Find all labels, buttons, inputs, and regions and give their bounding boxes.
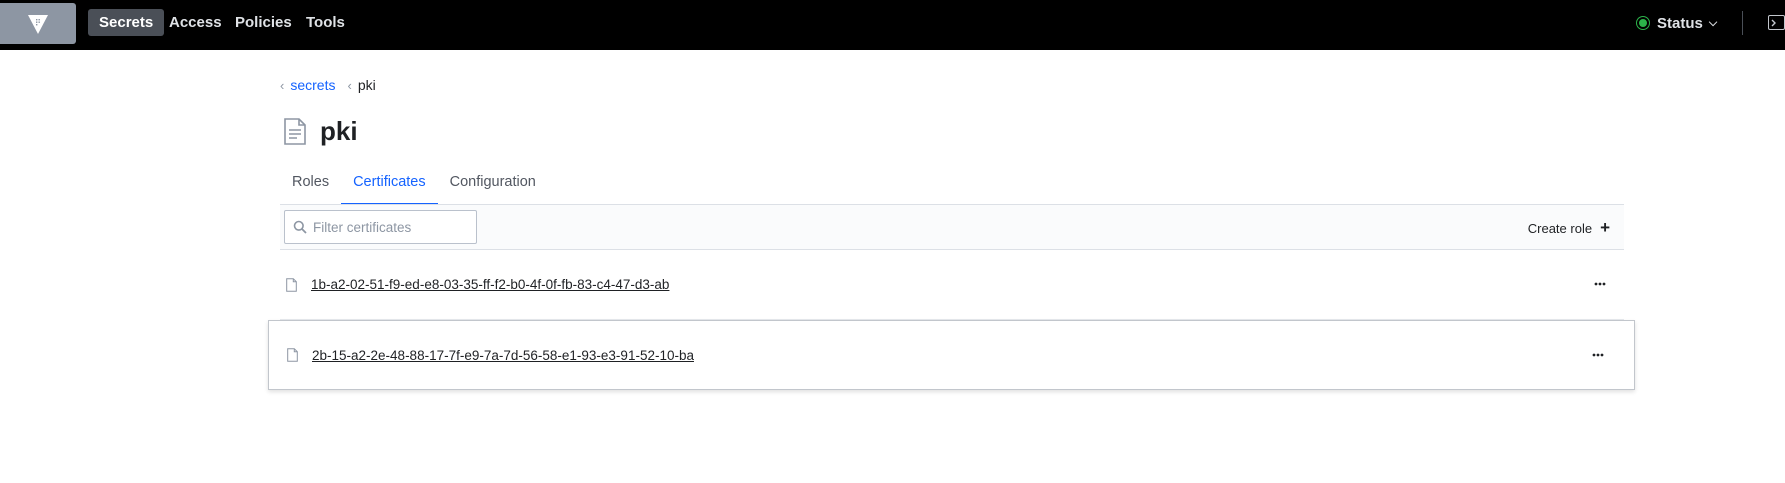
create-role-button[interactable]: Create role + [1528,218,1610,238]
more-options-icon[interactable] [1590,274,1610,294]
list-item[interactable]: 1b-a2-02-51-f9-ed-e8-03-35-ff-f2-b0-4f-0… [280,250,1624,320]
list-item[interactable]: 2b-15-a2-2e-48-88-17-7f-e9-7a-7d-56-58-e… [268,320,1635,390]
status-indicator-icon [1637,17,1649,29]
document-icon [286,277,297,292]
chevron-left-icon: ‹ [347,77,352,93]
nav-item-access[interactable]: Access [158,9,233,36]
status-label: Status [1657,14,1703,32]
nav-item-secrets[interactable]: Secrets [88,9,165,36]
certificate-link[interactable]: 2b-15-a2-2e-48-88-17-7f-e9-7a-7d-56-58-e… [312,348,694,363]
document-icon [287,348,298,362]
top-navigation: Secrets Access Policies Tools Status ⌵ [0,0,1785,50]
certificate-link[interactable]: 1b-a2-02-51-f9-ed-e8-03-35-ff-f2-b0-4f-0… [311,277,669,292]
page-title: pki [320,115,358,146]
status-menu[interactable]: Status ⌵ [1637,13,1717,33]
tab-certificates[interactable]: Certificates [341,168,438,205]
tab-configuration[interactable]: Configuration [438,168,548,205]
tab-bar: Roles Certificates Configuration [280,168,548,205]
more-options-icon[interactable] [1588,345,1608,365]
breadcrumb-current: pki [357,77,376,93]
filter-certificates-input[interactable] [313,219,463,235]
document-icon [284,117,306,145]
chevron-down-icon: ⌵ [1708,16,1718,29]
nav-item-policies[interactable]: Policies [224,9,303,36]
create-role-label: Create role [1527,220,1593,236]
breadcrumb-secrets-link[interactable]: secrets [290,77,335,93]
page-header: pki [284,114,358,148]
toolbar: Create role + [280,204,1624,250]
plus-icon: + [1600,218,1610,237]
vault-logo-icon[interactable] [0,3,76,44]
filter-box [284,210,477,244]
terminal-icon[interactable] [1768,15,1785,30]
nav-item-tools[interactable]: Tools [295,9,356,36]
breadcrumb: ‹ secrets ‹ pki [280,76,376,94]
tab-roles[interactable]: Roles [280,168,341,205]
chevron-left-icon: ‹ [280,77,285,93]
nav-divider [1742,11,1743,35]
search-icon [293,220,307,234]
